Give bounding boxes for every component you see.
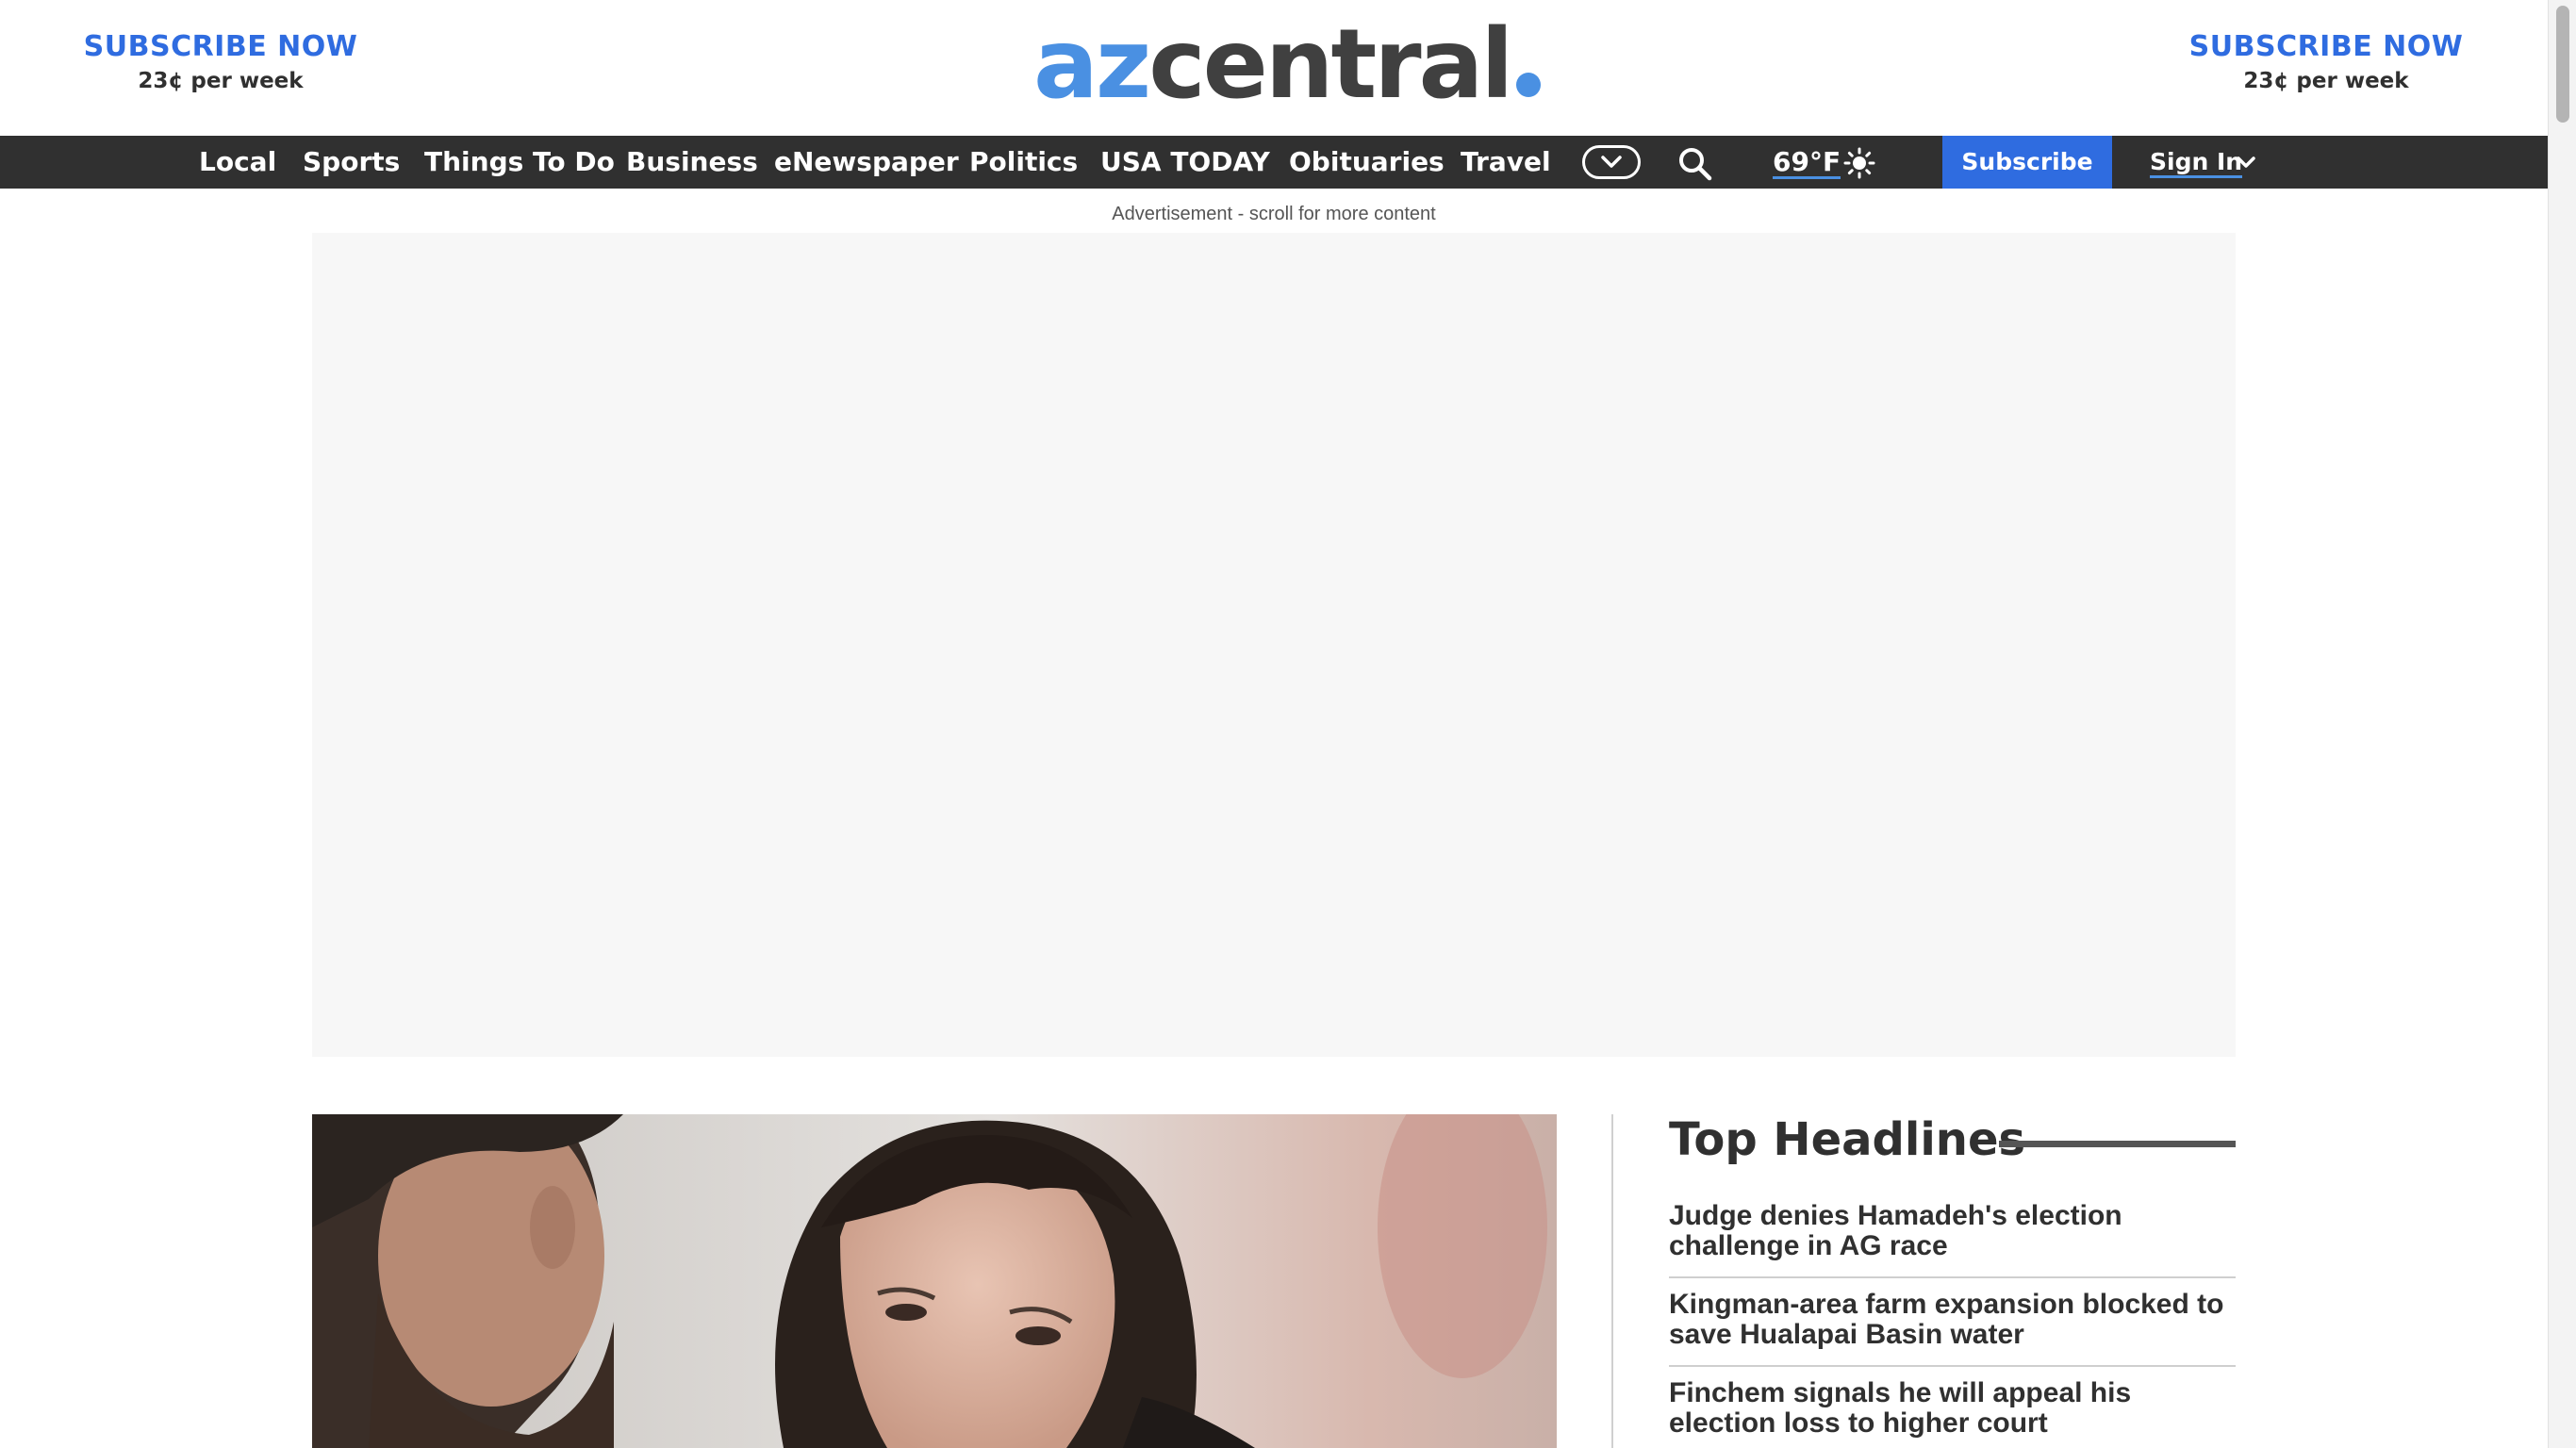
scrollbar-thumb[interactable]	[2556, 6, 2569, 123]
subscribe-button[interactable]: Subscribe	[1942, 136, 2112, 189]
chevron-down-icon	[2237, 156, 2255, 168]
masthead: SUBSCRIBE NOW 23¢ per week azcentral SUB…	[0, 0, 2548, 136]
logo-dot	[1516, 73, 1542, 97]
ad-label: Advertisement - scroll for more content	[1112, 204, 1436, 224]
site-logo[interactable]: azcentral	[1033, 13, 1542, 117]
more-menu-button[interactable]	[1582, 145, 1641, 179]
search-button[interactable]	[1676, 145, 1714, 183]
subscribe-promo-price: 23¢ per week	[2243, 69, 2409, 93]
nav-item-things-to-do[interactable]: Things To Do	[424, 136, 615, 189]
nav-item-travel[interactable]: Travel	[1461, 136, 1551, 189]
top-headlines-header: Top Headlines	[1669, 1109, 2236, 1171]
sign-in-menu[interactable]: Sign In	[2150, 136, 2255, 189]
nav-item-usa-today[interactable]: USA TODAY	[1100, 136, 1270, 189]
nav-item-local[interactable]: Local	[199, 136, 276, 189]
section-title-rule	[1999, 1141, 2236, 1147]
sun-icon	[1843, 147, 1875, 179]
nav-item-politics[interactable]: Politics	[969, 136, 1078, 189]
nav-item-sports[interactable]: Sports	[303, 136, 400, 189]
section-title: Top Headlines	[1669, 1113, 2026, 1166]
nav-item-business[interactable]: Business	[626, 136, 758, 189]
hero-photo[interactable]	[312, 1114, 1557, 1448]
nav-item-enewspaper[interactable]: eNewspaper	[774, 136, 959, 189]
headline-link[interactable]: Kingman-area farm expansion blocked to s…	[1669, 1278, 2236, 1367]
search-icon	[1679, 148, 1712, 181]
subscribe-promo-left[interactable]: SUBSCRIBE NOW 23¢ per week	[79, 30, 362, 93]
headline-link[interactable]: Judge denies Hamadeh's election challeng…	[1669, 1190, 2236, 1278]
advertisement-slot[interactable]	[312, 233, 2236, 1057]
main-nav: Local Sports Things To Do Business eNews…	[0, 136, 2548, 189]
logo-part-az: az	[1033, 8, 1151, 121]
subscribe-promo-price: 23¢ per week	[138, 69, 304, 93]
top-headlines: Top Headlines Judge denies Hamadeh's ele…	[1669, 1109, 2236, 1448]
weather-temperature: 69°F	[1773, 146, 1841, 179]
subscribe-promo-title: SUBSCRIBE NOW	[2188, 30, 2464, 63]
headline-list: Judge denies Hamadeh's election challeng…	[1669, 1190, 2236, 1448]
chevron-down-icon	[1601, 156, 1622, 168]
column-divider	[1611, 1114, 1613, 1448]
logo-part-central: central	[1148, 8, 1513, 121]
subscribe-promo-title: SUBSCRIBE NOW	[83, 30, 358, 63]
nav-item-obituaries[interactable]: Obituaries	[1289, 136, 1445, 189]
page-scrollbar[interactable]	[2548, 0, 2576, 1448]
hero-photo-illustration	[312, 1114, 1557, 1448]
subscribe-promo-right[interactable]: SUBSCRIBE NOW 23¢ per week	[2185, 30, 2468, 93]
sign-in-label: Sign In	[2150, 149, 2243, 178]
weather-widget[interactable]: 69°F	[1773, 136, 1841, 189]
headline-link[interactable]: Finchem signals he will appeal his elect…	[1669, 1367, 2236, 1448]
